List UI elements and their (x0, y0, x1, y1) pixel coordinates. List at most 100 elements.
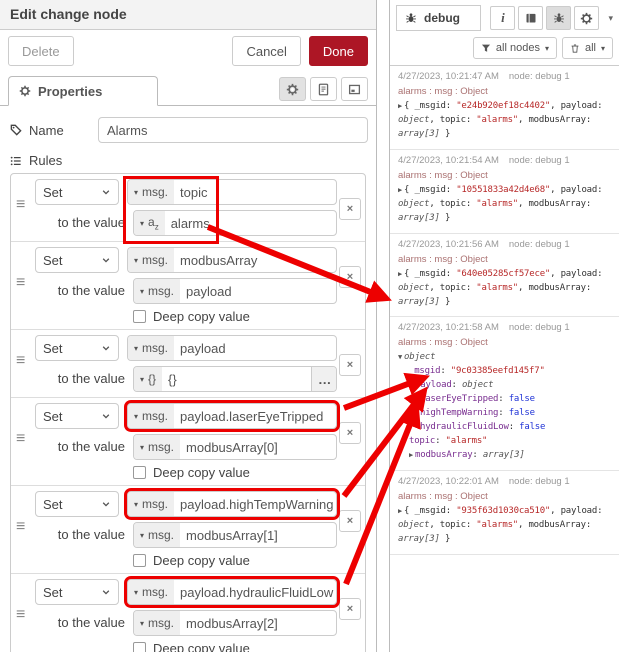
cancel-button[interactable]: Cancel (232, 36, 300, 66)
delete-rule-button[interactable]: × (339, 354, 361, 376)
toggle-open-icon[interactable]: ▼ (398, 353, 402, 361)
rule-operation-select[interactable]: Set (35, 247, 119, 273)
rule-operation-select[interactable]: Set (35, 403, 119, 429)
rule-property-input[interactable]: ▾msg. payload (127, 335, 337, 361)
dialog-title: Edit change node (0, 0, 376, 30)
deep-copy-checkbox[interactable] (133, 642, 146, 652)
toggle-closed-icon[interactable]: ▶ (398, 270, 402, 278)
message-body: ▶{ _msgid: "10551833a42d4e68", payload: … (398, 184, 613, 226)
bug-icon (553, 12, 565, 24)
message-meta: alarms : msg : Object (398, 491, 613, 502)
debug-clear-button[interactable]: all ▾ (562, 37, 613, 59)
rule-property-input[interactable]: ▾msg. payload.hydraulicFluidLow (127, 579, 337, 605)
property-type-chip[interactable]: ▾msg. (128, 180, 174, 204)
tab-properties[interactable]: Properties (8, 76, 158, 106)
message-timestamp: 4/27/2023, 10:21:58 AM (398, 322, 499, 333)
rule-value-input[interactable]: ▾msg. modbusArray[1] (133, 522, 337, 548)
toggle-closed-icon[interactable]: ▶ (398, 186, 402, 194)
rule-value-input[interactable]: ▾msg. modbusArray[0] (133, 434, 337, 460)
toggle-closed-icon[interactable]: ▶ (398, 102, 402, 110)
property-type-chip[interactable]: ▾msg. (128, 404, 174, 428)
toggle-closed-icon[interactable]: ▶ (398, 507, 402, 515)
debug-message: 4/27/2023, 10:22:01 AM node: debug 1 ala… (390, 471, 619, 555)
delete-button[interactable]: Delete (8, 36, 74, 66)
name-input[interactable] (98, 117, 368, 143)
value-type-chip[interactable]: ▾az (134, 211, 165, 235)
debug-message-list: 4/27/2023, 10:21:47 AM node: debug 1 ala… (390, 66, 619, 555)
chevron-down-icon (101, 255, 111, 265)
rule-value-value: payload (180, 279, 238, 303)
toggle-open-icon[interactable]: ▼ (409, 381, 413, 389)
rule-value-input[interactable]: ▾msg. modbusArray[2] (133, 610, 337, 636)
rule-operation-select[interactable]: Set (35, 491, 119, 517)
description-button[interactable] (310, 77, 337, 101)
delete-rule-button[interactable]: × (339, 266, 361, 288)
rule-operation-label: Set (43, 253, 63, 268)
property-type-chip[interactable]: ▾msg. (128, 492, 174, 516)
delete-rule-button[interactable]: × (339, 510, 361, 532)
tab-debug[interactable]: debug (396, 5, 481, 31)
rule-value-input[interactable]: ▾msg. payload (133, 278, 337, 304)
rule-operation-select[interactable]: Set (35, 579, 119, 605)
value-type-chip[interactable]: ▾{} (134, 367, 162, 391)
done-button[interactable]: Done (309, 36, 368, 66)
drag-handle-icon[interactable]: ≡ (16, 353, 25, 369)
rule-operation-label: Set (43, 585, 63, 600)
property-type-chip[interactable]: ▾msg. (128, 248, 174, 272)
rule-property-input[interactable]: ▾msg. modbusArray (127, 247, 337, 273)
rule-operation-select[interactable]: Set (35, 335, 119, 361)
deep-copy-label: Deep copy value (153, 641, 250, 652)
to-the-value-label: to the value (35, 278, 133, 304)
tab-properties-label: Properties (38, 84, 102, 99)
rule-operation-label: Set (43, 341, 63, 356)
rule-property-input[interactable]: ▾msg. payload.highTempWarning (127, 491, 337, 517)
message-timestamp: 4/27/2023, 10:21:54 AM (398, 155, 499, 166)
rule-property-input[interactable]: ▾msg. payload.laserEyeTripped (127, 403, 337, 429)
property-type-chip[interactable]: ▾msg. (128, 580, 174, 604)
toggle-closed-icon[interactable]: ▶ (409, 451, 413, 459)
value-type-chip[interactable]: ▾msg. (134, 279, 180, 303)
debug-filter-button[interactable]: all nodes ▾ (473, 37, 557, 59)
edit-change-node-dialog: Edit change node Delete Cancel Done Prop… (0, 0, 377, 652)
gear-icon (580, 12, 593, 25)
drag-handle-icon[interactable]: ≡ (16, 607, 25, 623)
property-type-chip[interactable]: ▾msg. (128, 336, 174, 360)
appearance-button[interactable] (341, 77, 368, 101)
value-type-chip[interactable]: ▾msg. (134, 611, 180, 635)
rule-operation-select[interactable]: Set (35, 179, 119, 205)
delete-rule-button[interactable]: × (339, 198, 361, 220)
gear-icon (19, 85, 31, 97)
delete-rule-button[interactable]: × (339, 422, 361, 444)
message-body: ▶{ _msgid: "e24b920ef18c4402", payload: … (398, 100, 613, 142)
dialog-button-row: Delete Cancel Done (0, 30, 376, 72)
deep-copy-checkbox[interactable] (133, 310, 146, 323)
rule-property-input[interactable]: ▾msg. topic (127, 179, 337, 205)
chevron-down-icon (101, 343, 111, 353)
debug-tab-button[interactable] (546, 6, 571, 30)
rule-value-input[interactable]: ▾{} {} … (133, 366, 337, 392)
to-the-value-label: to the value (35, 434, 133, 460)
list-icon (10, 155, 22, 167)
deep-copy-checkbox[interactable] (133, 554, 146, 567)
drag-handle-icon[interactable]: ≡ (16, 519, 25, 535)
tag-icon (10, 124, 22, 136)
dialog-tab-bar: Properties (0, 74, 376, 106)
bug-icon (405, 12, 417, 24)
rule-value-input[interactable]: ▾az alarms (133, 210, 337, 236)
sidebar-menu-button[interactable]: ▾ (606, 11, 615, 26)
message-node: node: debug 1 (509, 239, 570, 250)
funnel-icon (481, 43, 491, 53)
drag-handle-icon[interactable]: ≡ (16, 197, 25, 213)
help-tab-button[interactable] (518, 6, 543, 30)
deep-copy-checkbox[interactable] (133, 466, 146, 479)
delete-rule-button[interactable]: × (339, 598, 361, 620)
info-tab-button[interactable]: i (490, 6, 515, 30)
config-tab-button[interactable] (574, 6, 599, 30)
drag-handle-icon[interactable]: ≡ (16, 431, 25, 447)
value-type-chip[interactable]: ▾msg. (134, 523, 180, 547)
rule-operation-label: Set (43, 497, 63, 512)
expand-editor-button[interactable]: … (311, 367, 336, 391)
value-type-chip[interactable]: ▾msg. (134, 435, 180, 459)
node-settings-button[interactable] (279, 77, 306, 101)
drag-handle-icon[interactable]: ≡ (16, 275, 25, 291)
